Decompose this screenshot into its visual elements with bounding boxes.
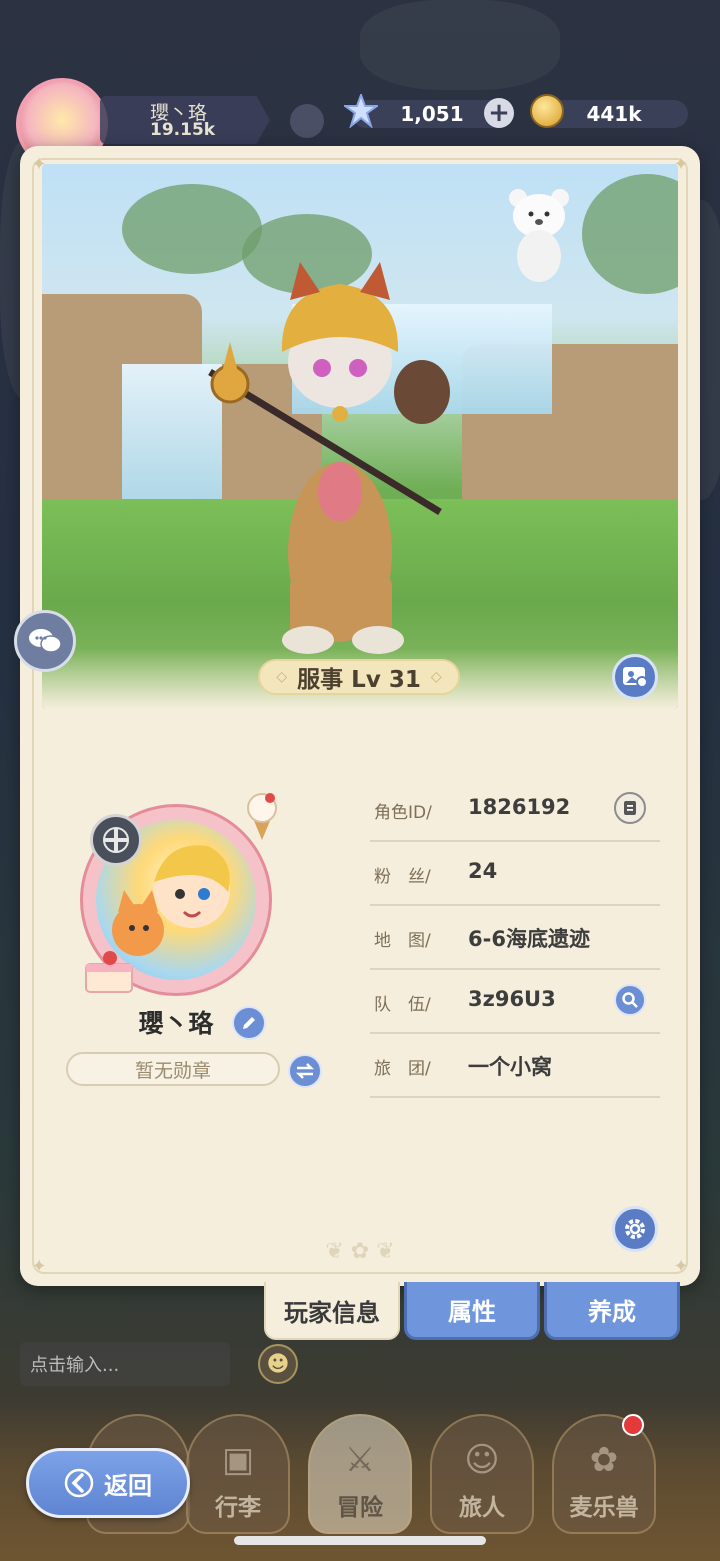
- gem-icon: [344, 94, 378, 128]
- info-row-map: 地 图/ 6-6海底遗迹: [370, 906, 660, 970]
- info-value: 3z96U3: [468, 987, 556, 1011]
- nav-label: 行李: [215, 1495, 261, 1521]
- cake-ornament-icon: [85, 951, 133, 993]
- nav-label: 冒险: [337, 1495, 383, 1521]
- back-arrow-icon: [64, 1468, 94, 1498]
- crossed-swords-icon: ⚔: [344, 1440, 376, 1480]
- medal-text: 暂无勋章: [134, 1059, 211, 1082]
- info-label: 队 伍/: [374, 995, 431, 1015]
- top-hud: 瓔丶珞 19.15k 1,051 + 441k: [0, 78, 720, 170]
- nav-label: 麦乐兽: [569, 1495, 639, 1521]
- diamond-ornament-icon: ◇: [276, 669, 288, 685]
- hud-paw-button[interactable]: [290, 104, 324, 138]
- back-label: 返回: [104, 1471, 152, 1500]
- corner-ornament: ✦: [31, 1256, 47, 1277]
- search-team-button[interactable]: [614, 984, 646, 1016]
- gear-icon: [625, 1219, 645, 1239]
- gem-value: 1,051: [400, 102, 464, 126]
- edit-icon: [243, 1017, 255, 1029]
- info-value: 1826192: [468, 795, 571, 819]
- hud-power-value: 19.15k: [150, 120, 216, 140]
- tab-player-info[interactable]: 玩家信息: [264, 1282, 400, 1340]
- info-value: 6-6海底遗迹: [468, 927, 590, 951]
- plus-icon[interactable]: +: [484, 98, 514, 128]
- medal-slot[interactable]: 暂无勋章: [66, 1052, 280, 1086]
- nav-item-travelers[interactable]: ☺ 旅人: [430, 1414, 534, 1534]
- person-icon: ☺: [464, 1440, 500, 1480]
- notification-dot: [622, 1414, 644, 1436]
- info-label: 旅 团/: [374, 1059, 431, 1079]
- chat-bubble-button[interactable]: [14, 610, 76, 672]
- player-character: [208, 262, 450, 654]
- home-indicator[interactable]: [234, 1536, 486, 1545]
- info-value: 一个小窝: [468, 1055, 552, 1079]
- edit-name-button[interactable]: [232, 1006, 266, 1040]
- pet-icon: ✿: [589, 1440, 619, 1480]
- info-row-team: 队 伍/ 3z96U3: [370, 970, 660, 1034]
- info-label: 粉 丝/: [374, 867, 431, 887]
- tab-attributes[interactable]: 属性: [404, 1282, 540, 1340]
- swap-medal-button[interactable]: [288, 1054, 322, 1088]
- player-avatar-frame[interactable]: [72, 793, 282, 1006]
- back-button[interactable]: 返回: [26, 1448, 190, 1518]
- copy-icon: [624, 801, 636, 815]
- nav-label: 旅人: [459, 1495, 505, 1521]
- ice-cream-ornament-icon: [247, 793, 277, 840]
- job-level-label: 服事 Lv 31: [297, 667, 421, 693]
- copy-id-button[interactable]: [614, 792, 646, 824]
- emoji-icon[interactable]: ☻: [258, 1344, 298, 1384]
- guild-cross-icon: [90, 814, 142, 866]
- companion-bear: [509, 189, 569, 282]
- settings-button[interactable]: [612, 1206, 658, 1252]
- chat-input[interactable]: 点击输入...: [20, 1342, 230, 1386]
- search-icon: [622, 992, 638, 1008]
- coin-icon: [530, 94, 564, 128]
- info-row-fans: 粉 丝/ 24: [370, 842, 660, 906]
- hud-name-plate: 瓔丶珞 19.15k: [100, 96, 270, 144]
- info-label: 地 图/: [374, 931, 431, 951]
- player-info-list: 角色ID/ 1826192 粉 丝/ 24 地 图/ 6-6海底遗迹 队 伍/ …: [370, 778, 660, 1098]
- chest-icon: ▣: [221, 1440, 255, 1480]
- chat-icon: [29, 629, 62, 653]
- info-label: 角色ID/: [374, 803, 432, 823]
- info-row-role-id: 角色ID/ 1826192: [370, 778, 660, 842]
- photo-mode-button[interactable]: [612, 654, 658, 700]
- diamond-ornament-icon: ◇: [430, 669, 442, 685]
- character-scene: [42, 164, 678, 709]
- tab-cultivate[interactable]: 养成: [544, 1282, 680, 1340]
- info-row-guild: 旅 团/ 一个小窝: [370, 1034, 660, 1098]
- nav-item-bag[interactable]: ▣ 行李: [186, 1414, 290, 1534]
- card-bottom-ornament: ❦ ✿ ❦: [325, 1238, 395, 1264]
- info-value: 24: [468, 859, 498, 883]
- gold-value: 441k: [586, 102, 642, 126]
- corner-ornament: ✦: [673, 1256, 689, 1277]
- job-level-plate: ◇ 服事 Lv 31 ◇: [258, 659, 460, 695]
- swap-icon: [295, 1063, 315, 1079]
- nav-item-adventure[interactable]: ⚔ 冒险: [308, 1414, 412, 1534]
- player-info-card: ✦ ✦ ✦ ✦ ◇ 服事 Lv 31 ◇ 瓔丶珞 暂无勋章 角色ID/ 1826…: [20, 146, 700, 1286]
- photo-icon: [623, 667, 648, 688]
